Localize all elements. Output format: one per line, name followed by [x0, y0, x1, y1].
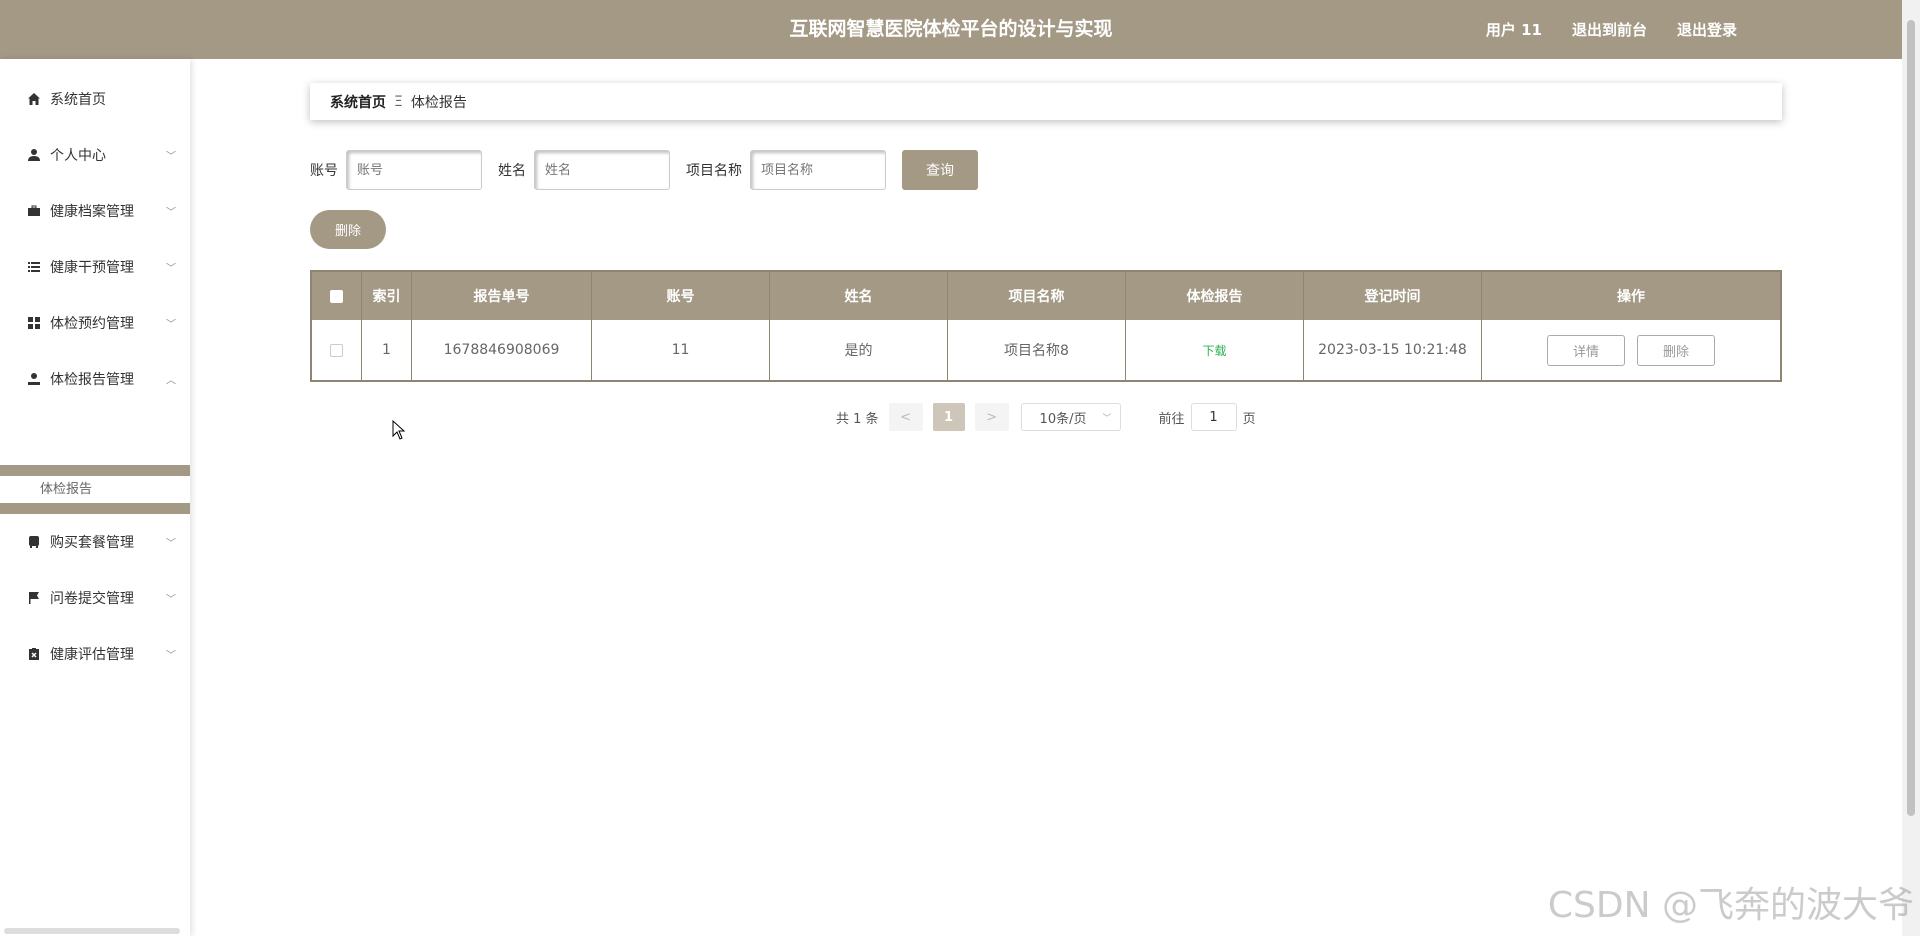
sidebar-item-label: 系统首页	[50, 92, 106, 108]
sidebar-item-assessment[interactable]: 健康评估管理 ﹀	[0, 626, 190, 682]
page-size-value: 10条/页	[1039, 411, 1087, 427]
goto-page-input[interactable]: 1	[1190, 403, 1237, 431]
chevron-down-icon: ﹀	[166, 594, 176, 606]
total-count: 共 1 条	[836, 411, 879, 427]
page-unit-label: 页	[1242, 411, 1256, 427]
grid-icon	[26, 315, 42, 331]
name-label: 姓名	[498, 163, 526, 179]
breadcrumb: 系统首页 Ξ 体检报告	[310, 83, 1782, 120]
report-no-cell: 1678846908069	[412, 320, 592, 380]
back-to-front-link[interactable]: 退出到前台	[1572, 19, 1647, 40]
query-button[interactable]: 查询	[902, 150, 978, 190]
account-label: 账号	[310, 163, 338, 179]
sidebar: 系统首页 个人中心 ﹀ 健康档案管理 ﹀ 健康干预管理 ﹀ 体检预约管理 ﹀ 体…	[0, 59, 190, 936]
delete-row-button[interactable]: 删除	[1637, 334, 1715, 366]
page-size-select[interactable]: 10条/页 ﹀	[1020, 403, 1121, 431]
flag-icon	[26, 590, 42, 606]
column-header: 报告单号	[412, 272, 592, 320]
sidebar-item-label: 问卷提交管理	[50, 591, 134, 607]
column-header: 索引	[362, 272, 412, 320]
report-cell: 下载	[1126, 320, 1304, 380]
goto-label: 前往	[1158, 411, 1185, 427]
column-header: 登记时间	[1304, 272, 1482, 320]
bus-icon	[26, 534, 42, 550]
detail-button[interactable]: 详情	[1547, 334, 1625, 366]
table-row: 1 1678846908069 11 是的 项目名称8 下载 2023-03-1…	[312, 320, 1780, 380]
column-header: 操作	[1617, 289, 1645, 305]
top-header: 互联网智慧医院体检平台的设计与实现 用户 11 退出到前台 退出登录	[0, 0, 1902, 59]
scrollbar-thumb[interactable]	[1907, 20, 1915, 816]
sidebar-item-label: 健康评估管理	[50, 647, 134, 663]
breadcrumb-home[interactable]: 系统首页	[330, 92, 386, 112]
project-input[interactable]	[750, 150, 886, 190]
sidebar-item-report[interactable]: 体检报告管理 ︿	[0, 351, 190, 407]
chevron-down-icon: ﹀	[166, 207, 176, 219]
header-links: 用户 11 退出到前台 退出登录	[1486, 0, 1737, 59]
breadcrumb-current: 体检报告	[410, 94, 467, 111]
index-cell: 1	[362, 320, 412, 380]
sidebar-item-label: 健康档案管理	[50, 204, 134, 220]
mouse-cursor-icon	[392, 419, 406, 444]
sidebar-item-package[interactable]: 购买套餐管理 ﹀	[0, 514, 190, 570]
download-link[interactable]: 下载	[1202, 342, 1226, 359]
chevron-down-icon: ﹀	[166, 151, 176, 163]
column-header: 项目名称	[948, 272, 1126, 320]
sidebar-item-label: 个人中心	[50, 148, 106, 164]
sidebar-item-label: 体检预约管理	[50, 316, 134, 332]
sidebar-item-label: 体检报告管理	[50, 372, 134, 388]
sidebar-item-home[interactable]: 系统首页	[0, 71, 190, 127]
chevron-down-icon: ﹀	[166, 538, 176, 550]
project-cell: 项目名称8	[948, 320, 1126, 380]
sidebar-item-personal[interactable]: 个人中心 ﹀	[0, 127, 190, 183]
sidebar-item-label: 购买套餐管理	[50, 535, 134, 551]
home-icon	[26, 91, 42, 107]
prev-page-button[interactable]: <	[888, 403, 923, 431]
chevron-down-icon: ﹀	[166, 263, 176, 275]
sidebar-item-appointment[interactable]: 体检预约管理 ﹀	[0, 295, 190, 351]
chevron-down-icon: ﹀	[1102, 413, 1112, 424]
select-all-checkbox[interactable]	[330, 289, 343, 303]
time-cell: 2023-03-15 10:21:48	[1304, 320, 1482, 380]
column-header: 姓名	[770, 272, 948, 320]
watermark: CSDN @飞奔的波大爷	[1547, 885, 1914, 926]
breadcrumb-separator-icon: Ξ	[394, 93, 403, 110]
briefcase-icon	[26, 203, 42, 219]
row-checkbox[interactable]	[330, 343, 343, 357]
sidebar-item-label: 健康干预管理	[50, 260, 134, 276]
page-number-current[interactable]: 1	[932, 403, 965, 431]
search-bar: 账号 姓名 项目名称 查询	[310, 150, 978, 190]
account-input[interactable]	[346, 150, 482, 190]
chevron-up-icon: ︿	[166, 375, 176, 387]
sidebar-item-intervention[interactable]: 健康干预管理 ﹀	[0, 239, 190, 295]
actions-cell: 详情 删除	[1482, 320, 1780, 380]
row-select-cell	[312, 320, 362, 380]
column-header: 体检报告	[1126, 272, 1304, 320]
account-cell: 11	[592, 320, 770, 380]
clipboard-icon	[26, 646, 42, 662]
page-scrollbar[interactable]	[1902, 0, 1920, 936]
user-icon	[26, 147, 42, 163]
table-header: 索引 报告单号 账号 姓名 项目名称 体检报告 登记时间 操作	[312, 272, 1780, 320]
chevron-down-icon: ﹀	[166, 319, 176, 331]
sidebar-item-health-record[interactable]: 健康档案管理 ﹀	[0, 183, 190, 239]
chevron-down-icon: ﹀	[166, 650, 176, 662]
next-page-button[interactable]: >	[974, 403, 1009, 431]
user-icon	[26, 371, 42, 387]
report-table: 索引 报告单号 账号 姓名 项目名称 体检报告 登记时间 操作 1 167884…	[310, 270, 1782, 382]
sidebar-item-questionnaire[interactable]: 问卷提交管理 ﹀	[0, 570, 190, 626]
list-icon	[26, 259, 42, 275]
pagination: 共 1 条 < 1 > 10条/页 ﹀ 前往 1 页	[836, 403, 1256, 431]
name-cell: 是的	[770, 320, 948, 380]
project-label: 项目名称	[686, 163, 742, 179]
batch-delete-button[interactable]: 删除	[310, 210, 386, 249]
sidebar-scrollbar[interactable]	[4, 928, 180, 934]
submenu-item-report[interactable]: 体检报告	[0, 476, 190, 503]
submenu-report: 体检报告	[0, 465, 190, 514]
header-select-cell	[312, 272, 362, 320]
column-header: 账号	[592, 272, 770, 320]
user-name[interactable]: 用户 11	[1486, 19, 1542, 40]
name-input[interactable]	[534, 150, 670, 190]
logout-link[interactable]: 退出登录	[1677, 19, 1737, 40]
